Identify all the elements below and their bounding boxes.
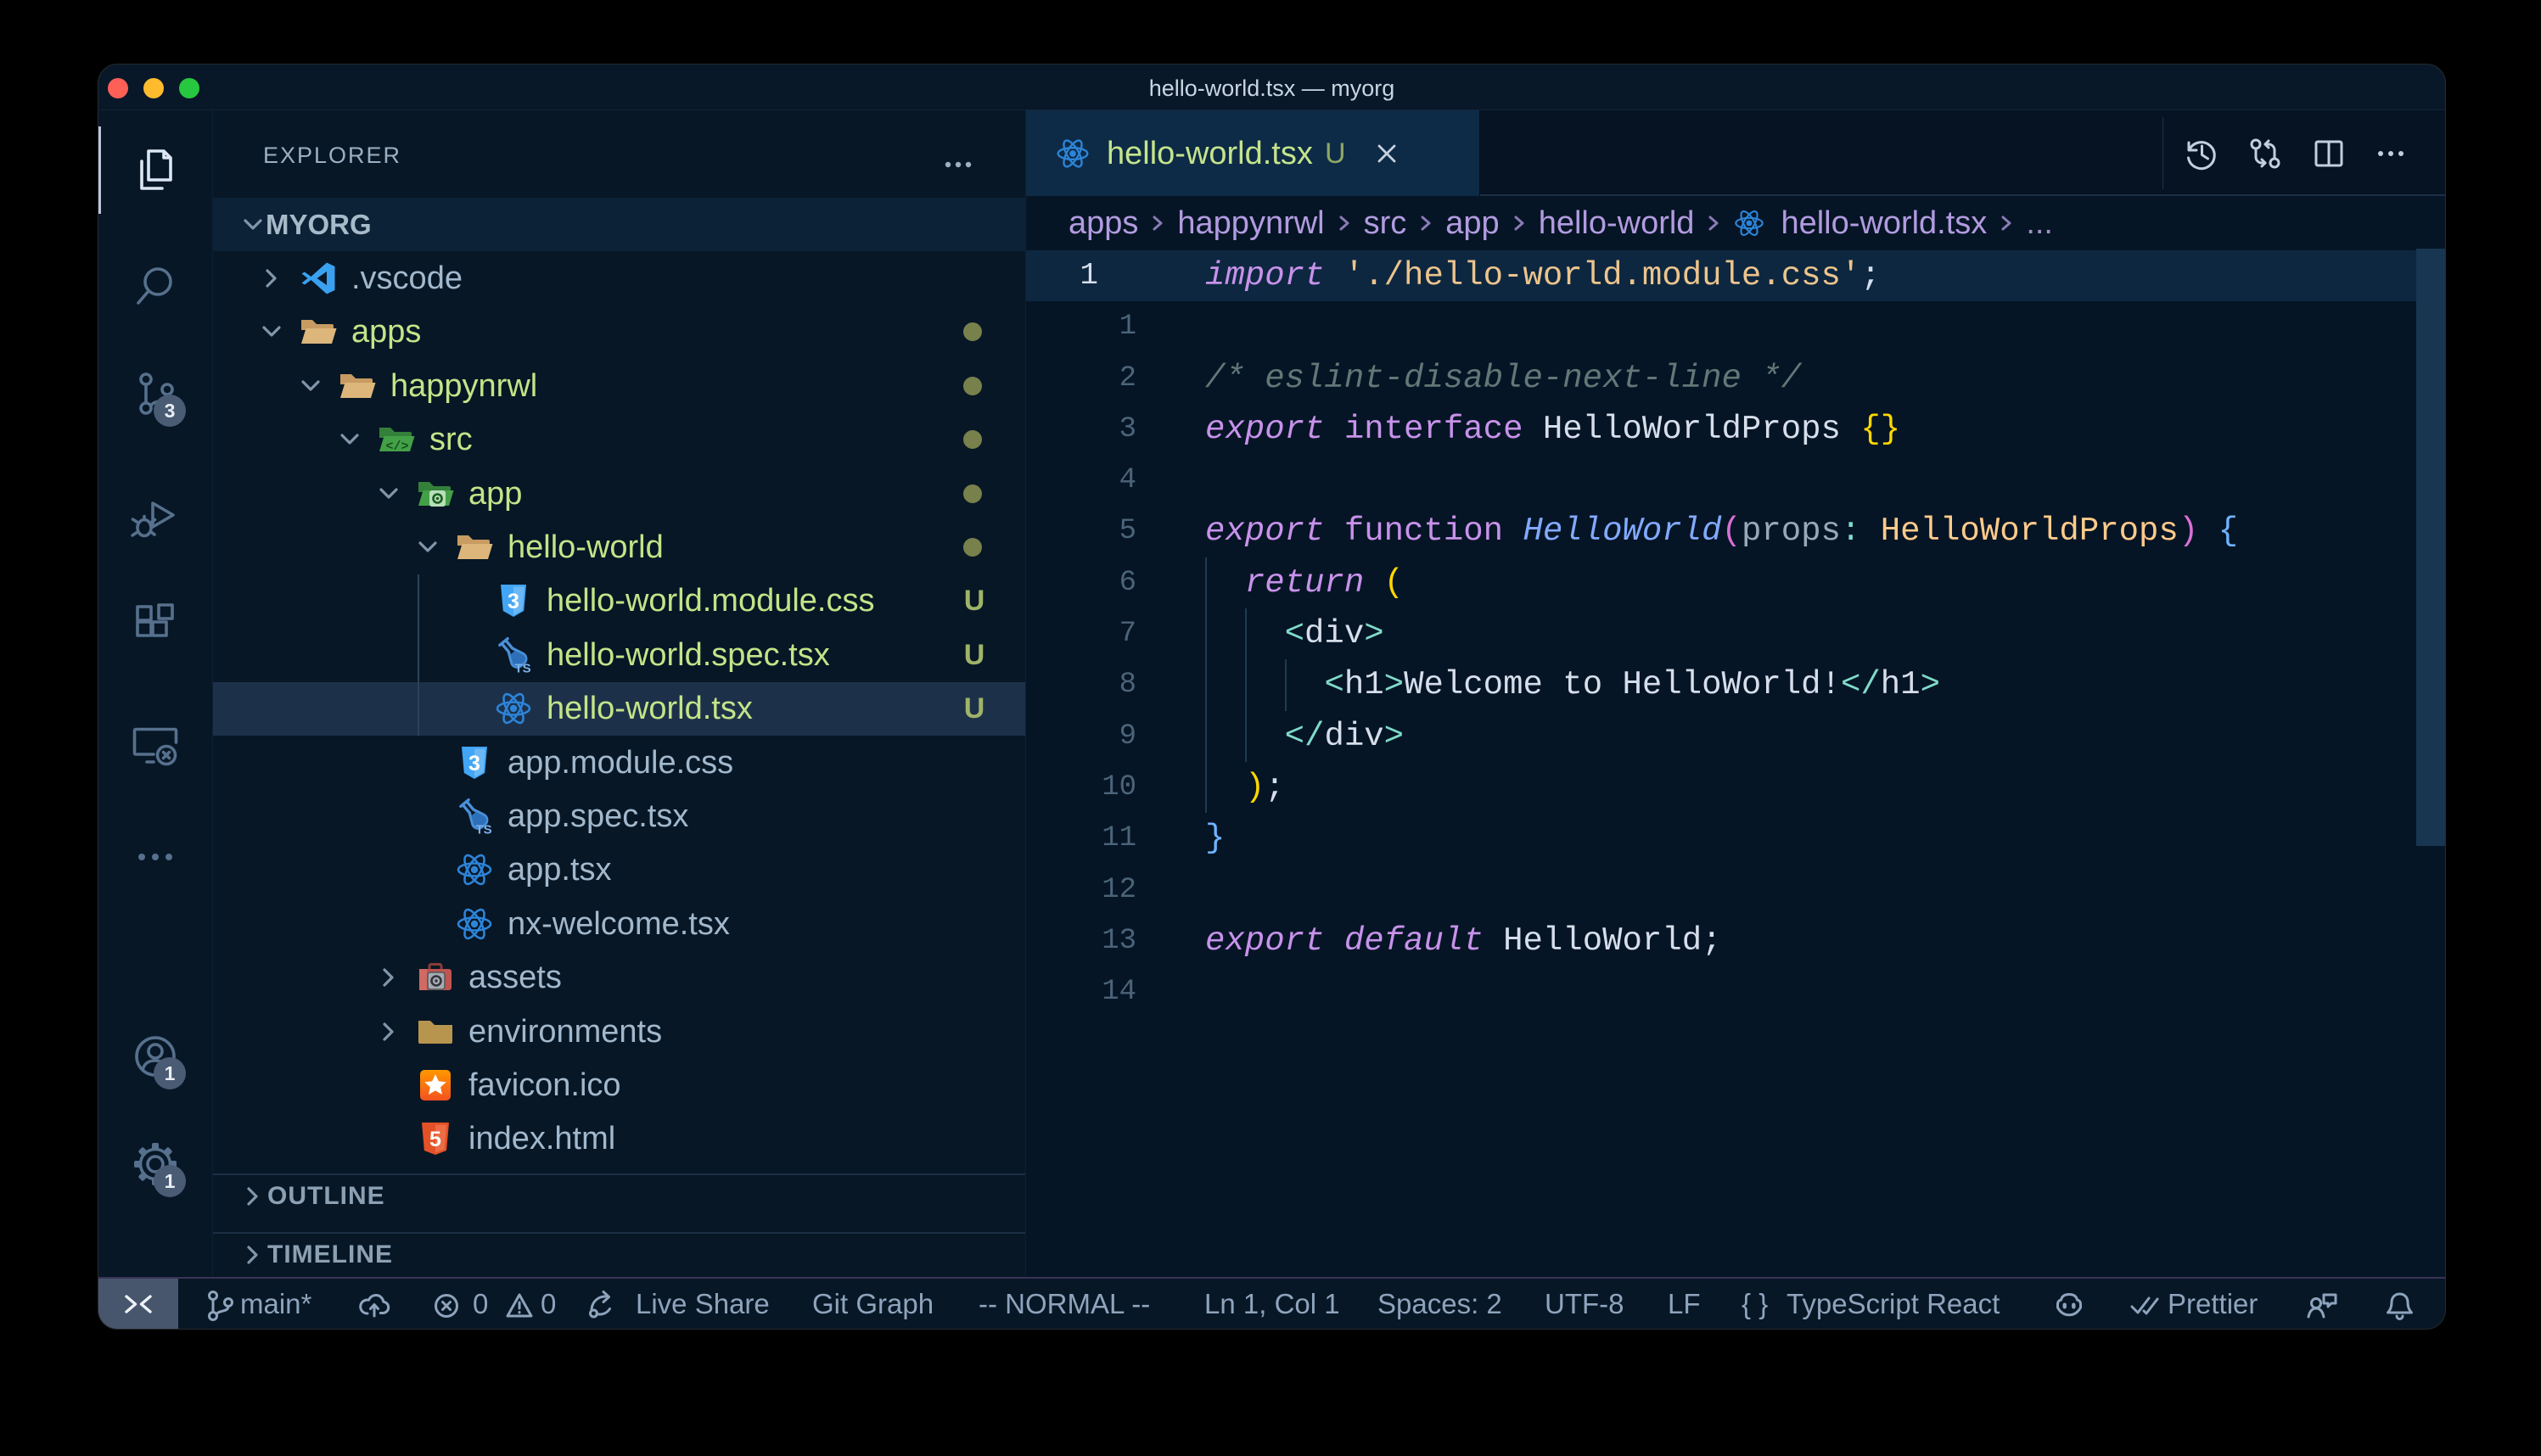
svg-text:</>: </> <box>385 440 408 454</box>
svg-text:TS: TS <box>514 661 530 675</box>
svg-text:TS: TS <box>475 822 491 836</box>
svg-text:3: 3 <box>508 590 519 613</box>
svg-text:3: 3 <box>468 752 480 776</box>
svg-text:5: 5 <box>429 1128 441 1151</box>
